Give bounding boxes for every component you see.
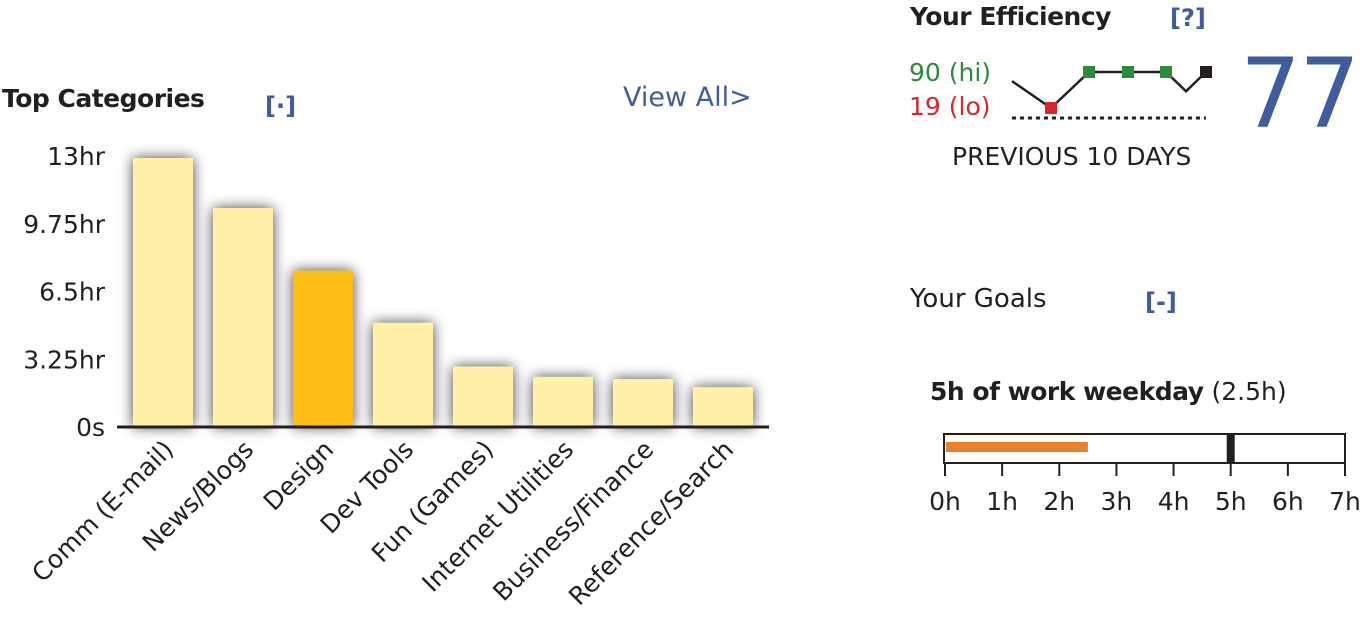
sparkline-marker-latest	[1200, 66, 1212, 78]
efficiency-help-button[interactable]: [?]	[1170, 4, 1206, 32]
goal-progress-text: (2.5h)	[1211, 377, 1287, 406]
x-tick-label: Design	[258, 435, 340, 517]
bar-comm-e-mail[interactable]	[133, 158, 193, 428]
y-tick-label: 9.75hr	[23, 210, 106, 239]
top-categories-chart: 0s3.25hr6.5hr9.75hr13hr Comm (E-mail)New…	[23, 142, 769, 611]
bar-dev-tools[interactable]	[373, 322, 433, 427]
sparkline-marker-hi	[1083, 66, 1095, 78]
bar-design[interactable]	[293, 270, 353, 427]
goal-scale-label: 2h	[1043, 487, 1075, 515]
y-tick-label: 0s	[76, 413, 105, 442]
y-tick-label: 6.5hr	[39, 278, 106, 307]
y-tick-label: 13hr	[47, 142, 106, 171]
goal-heading: 5h of work weekday (2.5h)	[930, 377, 1287, 406]
goals-title: Your Goals	[910, 284, 1047, 314]
goal-target-marker	[1226, 435, 1235, 463]
bar-fun-games[interactable]	[453, 366, 513, 427]
efficiency-score: 77	[1240, 38, 1360, 150]
sparkline-marker-lo	[1045, 102, 1057, 114]
efficiency-hi-label: 90 (hi)	[909, 58, 992, 87]
goal-progress-fill	[946, 442, 1088, 452]
efficiency-lo-label: 19 (lo)	[909, 92, 991, 121]
goal-scale-label: 0h	[930, 487, 961, 515]
goal-name: 5h of work weekday	[930, 377, 1204, 406]
goal-scale-label: 1h	[986, 487, 1018, 515]
x-tick-label: Internet Utilities	[416, 435, 579, 598]
bar-business-finance[interactable]	[613, 379, 673, 427]
goal-scale-label: 6h	[1272, 487, 1304, 515]
efficiency-sparkline	[1011, 66, 1212, 120]
goal-scale-label: 4h	[1158, 487, 1190, 515]
x-tick-label: Comm (E-mail)	[26, 435, 179, 588]
goals-toggle-button[interactable]: [-]	[1145, 288, 1177, 316]
bar-reference-search[interactable]	[693, 387, 753, 427]
bar-internet-utilities[interactable]	[533, 376, 593, 427]
goal-scale-label: 5h	[1215, 487, 1247, 515]
bar-news-blogs[interactable]	[213, 208, 273, 427]
y-tick-label: 3.25hr	[23, 345, 106, 374]
efficiency-title: Your Efficiency	[910, 2, 1111, 31]
sparkline-marker-hi	[1160, 66, 1172, 78]
sparkline-line	[1011, 70, 1207, 110]
goal-progress-meter: 0h 1h 2h 3h 4h 5h 6h 7h	[930, 433, 1360, 515]
goal-scale-label: 7h	[1329, 487, 1360, 515]
efficiency-period-label: PREVIOUS 10 DAYS	[952, 142, 1192, 171]
goal-scale-label: 3h	[1101, 487, 1133, 515]
sparkline-marker-hi	[1122, 66, 1134, 78]
